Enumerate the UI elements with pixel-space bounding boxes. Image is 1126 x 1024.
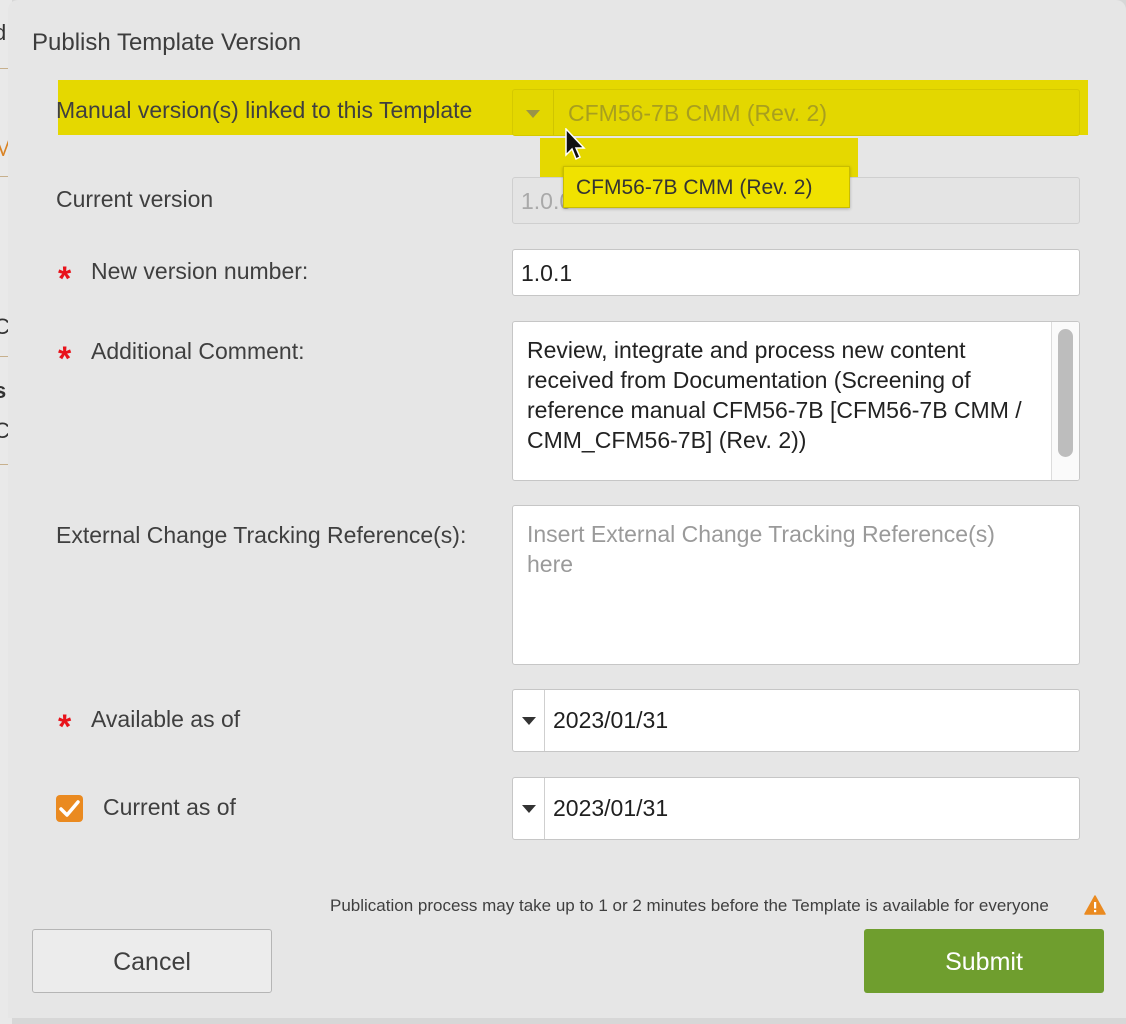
external-ref-placeholder: Insert External Change Tracking Referenc… xyxy=(527,521,995,577)
required-asterisk: * xyxy=(58,260,72,298)
additional-comment-textarea[interactable]: Review, integrate and process new conten… xyxy=(512,321,1080,481)
manual-version-tooltip: CFM56-7B CMM (Rev. 2) xyxy=(563,166,850,208)
date-dropdown-toggle[interactable] xyxy=(513,690,545,751)
date-dropdown-toggle[interactable] xyxy=(513,778,545,839)
current-as-of-label: Current as of xyxy=(103,794,236,820)
new-version-label: New version number: xyxy=(91,258,309,284)
chevron-down-icon xyxy=(522,805,536,813)
publication-notice: Publication process may take up to 1 or … xyxy=(330,896,1049,915)
required-asterisk: * xyxy=(58,708,72,746)
mouse-cursor-icon xyxy=(565,128,586,161)
scrollbar-thumb[interactable] xyxy=(1058,329,1073,457)
available-as-of-label: Available as of xyxy=(91,706,241,732)
manual-versions-select[interactable]: CFM56-7B CMM (Rev. 2) xyxy=(512,89,1080,136)
available-as-of-date-field[interactable]: 2023/01/31 xyxy=(512,689,1080,752)
cancel-button[interactable]: Cancel xyxy=(32,929,272,993)
publish-template-dialog: Publish Template Version Manual version(… xyxy=(8,0,1126,1018)
external-ref-label: External Change Tracking Reference(s): xyxy=(56,522,467,548)
background-text-fragment: d xyxy=(0,20,7,45)
required-asterisk: * xyxy=(58,340,72,378)
additional-comment-value: Review, integrate and process new conten… xyxy=(527,337,1022,453)
comment-scrollbar[interactable] xyxy=(1051,322,1079,480)
chevron-down-icon xyxy=(522,717,536,725)
manual-versions-label: Manual version(s) linked to this Templat… xyxy=(56,97,473,123)
warning-triangle-icon xyxy=(1084,895,1106,915)
dialog-title: Publish Template Version xyxy=(32,29,302,56)
additional-comment-label: Additional Comment: xyxy=(91,338,305,364)
current-as-of-date-field[interactable]: 2023/01/31 xyxy=(512,777,1080,840)
background-text-fragment: s xyxy=(0,378,7,403)
dropdown-toggle[interactable] xyxy=(513,90,554,135)
checkmark-icon xyxy=(59,800,80,817)
current-as-of-value: 2023/01/31 xyxy=(553,795,669,821)
available-as-of-value: 2023/01/31 xyxy=(553,707,669,733)
new-version-value: 1.0.1 xyxy=(521,260,573,286)
chevron-down-icon xyxy=(526,110,540,118)
new-version-input[interactable]: 1.0.1 xyxy=(512,249,1080,296)
external-ref-textarea[interactable]: Insert External Change Tracking Referenc… xyxy=(512,505,1080,665)
manual-versions-value: CFM56-7B CMM (Rev. 2) xyxy=(568,100,827,126)
submit-button[interactable]: Submit xyxy=(864,929,1104,993)
current-as-of-checkbox[interactable] xyxy=(56,795,83,822)
current-version-label: Current version xyxy=(56,186,214,212)
